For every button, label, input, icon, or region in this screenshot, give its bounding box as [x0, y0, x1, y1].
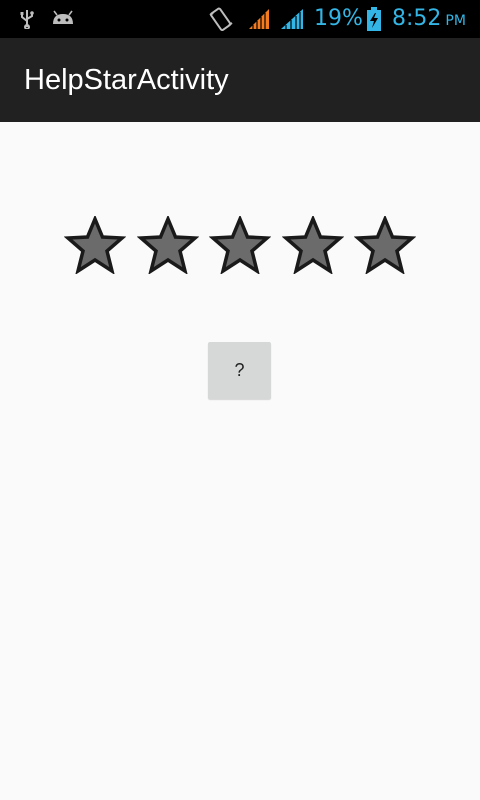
- help-button[interactable]: ?: [208, 342, 271, 399]
- star-icon-3[interactable]: [209, 216, 271, 274]
- star-icon-1[interactable]: [64, 216, 126, 274]
- signal-orange-icon: [249, 9, 269, 29]
- action-bar: HelpStarActivity: [0, 38, 480, 122]
- main-content: ?: [0, 122, 480, 800]
- clock-ampm: PM: [445, 13, 466, 29]
- vibrate-icon: [209, 7, 233, 32]
- star-icon-2[interactable]: [136, 216, 199, 274]
- page-title: HelpStarActivity: [24, 64, 229, 96]
- signal-blue-icon: [281, 9, 303, 29]
- status-bar: 19% 8:52 PM: [0, 0, 480, 38]
- clock-time: 8:52: [392, 6, 442, 31]
- star-icon-4[interactable]: [281, 216, 344, 274]
- star-rating-bar[interactable]: [64, 216, 416, 276]
- star-icon-5[interactable]: [354, 216, 416, 274]
- battery-charging-icon: [367, 7, 381, 31]
- usb-icon: [20, 10, 34, 29]
- battery-percent: 19%: [314, 6, 363, 31]
- android-debug-icon: [53, 10, 73, 24]
- clock: 8:52 PM: [392, 4, 466, 36]
